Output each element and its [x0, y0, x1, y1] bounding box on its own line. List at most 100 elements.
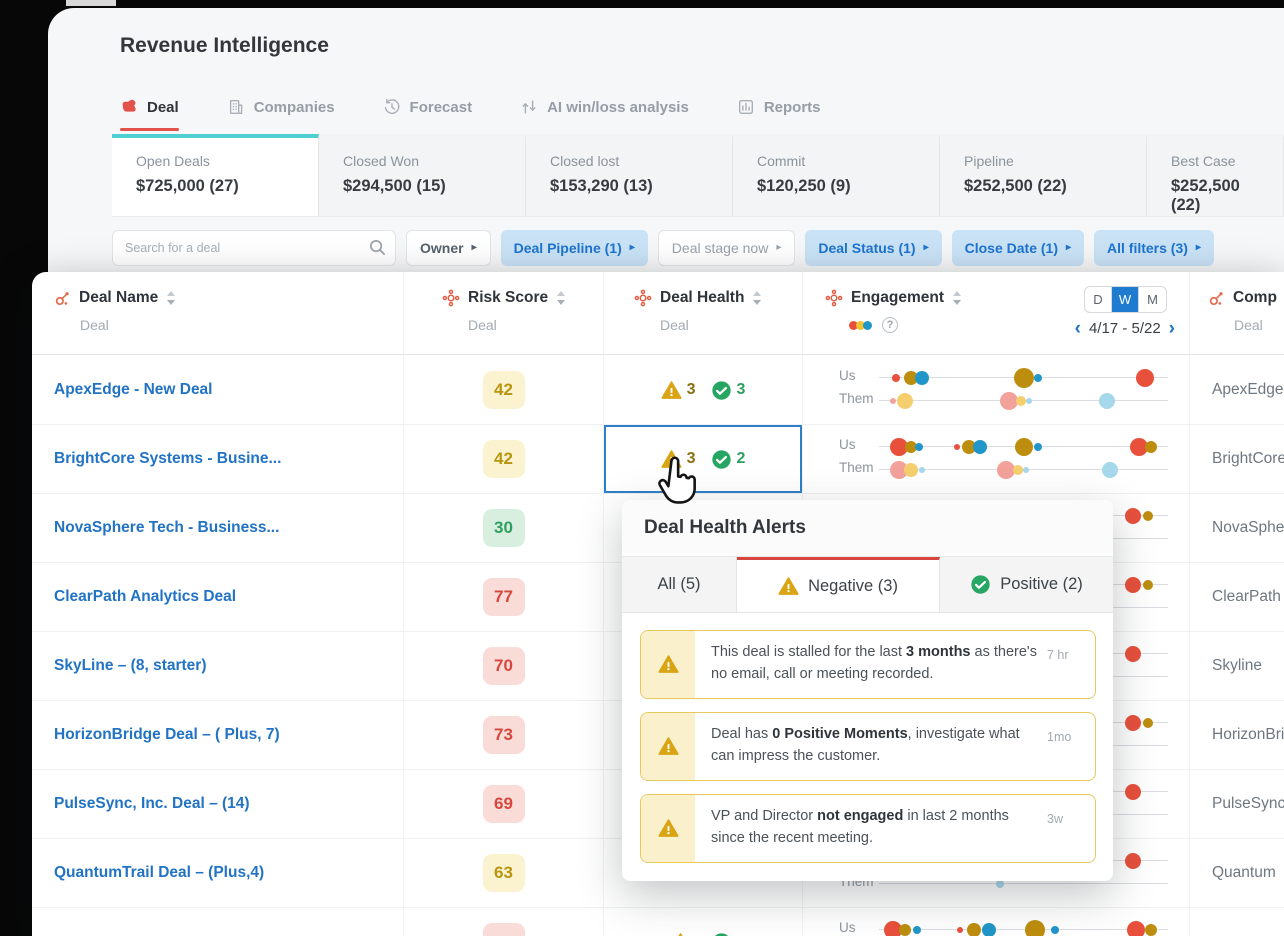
deal-name-link[interactable]: ClearPath Analytics Deal — [54, 588, 236, 606]
alert-card: Deal has 0 Positive Moments, investigate… — [640, 712, 1096, 781]
column-sublabel: Deal — [468, 317, 497, 333]
filter-chip-0[interactable]: Owner ▸ — [406, 230, 491, 266]
tab-label: Reports — [763, 98, 821, 116]
engagement-dot — [892, 373, 901, 382]
positive-count: 2 — [736, 450, 746, 467]
filter-chip-1[interactable]: Deal Pipeline (1) ▸ — [500, 230, 648, 266]
tab-ai[interactable]: AI win/loss analysis — [520, 90, 689, 124]
popup-tab-negative[interactable]: Negative (3) — [737, 557, 940, 612]
risk-score-badge: 42 — [482, 440, 525, 478]
deal-name-cell: ApexEdge - New Deal — [32, 356, 404, 424]
table-header: Deal Name Deal Risk Score Deal Deal Heal… — [32, 272, 1284, 355]
column-header-risk-score[interactable]: Risk Score Deal — [404, 272, 604, 354]
tab-label: Forecast — [409, 98, 473, 116]
filter-chip-4[interactable]: Close Date (1) ▸ — [951, 230, 1085, 266]
column-sublabel: Deal — [80, 317, 109, 333]
tab-companies[interactable]: Companies — [227, 90, 335, 124]
warning-icon — [661, 449, 682, 470]
deal-name-link[interactable]: NovaSphere Tech - Business... — [54, 519, 279, 537]
tab-reports[interactable]: Reports — [737, 90, 821, 124]
popup-tab-positive[interactable]: Positive (2) — [940, 557, 1113, 612]
card-value: $120,250 (9) — [757, 177, 851, 195]
summary-card-3[interactable]: Commit $120,250 (9) — [733, 134, 940, 216]
deal-health-cell[interactable]: 33 — [604, 356, 803, 424]
sort-icon[interactable] — [556, 290, 566, 306]
engagement-dot — [897, 392, 913, 409]
deal-name-link[interactable]: PulseSync, Inc. Deal – (14) — [54, 795, 250, 813]
chip-label: Close Date (1) — [964, 240, 1058, 256]
toggle-month-button[interactable]: M — [1139, 287, 1166, 312]
them-timeline — [879, 460, 1168, 479]
popup-title: Deal Health Alerts — [644, 517, 806, 538]
column-header-company[interactable]: Comp Deal — [1190, 272, 1284, 354]
us-label: Us — [839, 368, 856, 383]
summary-card-5[interactable]: Best Case $252,500 (22) — [1147, 134, 1284, 216]
range-next-icon[interactable]: › — [1169, 319, 1175, 338]
date-range-label: 4/17 - 5/22 — [1088, 320, 1161, 337]
search-input[interactable] — [112, 230, 396, 266]
filter-chip-5[interactable]: All filters (3) ▸ — [1094, 230, 1214, 266]
company-name: ApexEdge — [1212, 381, 1284, 398]
engagement-dot — [1125, 507, 1142, 524]
chip-label: Deal stage now — [671, 240, 769, 256]
engagement-dot — [1142, 717, 1153, 728]
toggle-week-button[interactable]: W — [1112, 287, 1139, 312]
chip-arrow-icon: ▸ — [1065, 242, 1072, 253]
search-box — [112, 230, 396, 266]
sort-icon[interactable] — [752, 290, 762, 306]
engagement-dot — [1026, 397, 1033, 404]
tab-deal[interactable]: Deal — [120, 90, 179, 131]
filter-chip-3[interactable]: Deal Status (1) ▸ — [805, 230, 942, 266]
risk-score-cell — [404, 908, 604, 936]
us-timeline — [879, 919, 1168, 936]
deal-name-link[interactable]: ApexEdge - New Deal — [54, 381, 213, 399]
negative-count: 3 — [686, 381, 696, 398]
engagement-dot — [1099, 392, 1116, 409]
deal-name-link[interactable]: HorizonBridge Deal – ( Plus, 7) — [54, 726, 280, 744]
engagement-dot — [1023, 466, 1030, 473]
sort-icon[interactable] — [952, 290, 962, 306]
deal-name-cell: NovaSphere Tech - Business... — [32, 494, 404, 562]
column-sublabel: Deal — [660, 317, 689, 333]
summary-card-2[interactable]: Closed lost $153,290 (13) — [526, 134, 733, 216]
deal-name-link[interactable]: BrightCore Systems - Busine... — [54, 450, 281, 468]
summary-card-1[interactable]: Closed Won $294,500 (15) — [319, 134, 526, 216]
column-header-deal-name[interactable]: Deal Name Deal — [32, 272, 404, 354]
alert-text-pre: Deal has — [711, 726, 773, 742]
company-cell: BrightCore — [1190, 425, 1284, 493]
risk-score-cell: 69 — [404, 770, 604, 838]
engagement-dot — [1125, 714, 1142, 731]
summary-card-0[interactable]: Open Deals $725,000 (27) — [112, 134, 319, 216]
warning-icon — [661, 380, 682, 401]
column-header-engagement[interactable]: Engagement ? D W M ‹ 4/17 - 5/22 › — [803, 272, 1190, 354]
company-name: Skyline — [1212, 657, 1262, 674]
positive-check-icon — [711, 932, 732, 936]
popup-header: Deal Health Alerts — [622, 500, 1113, 557]
warning-icon — [657, 654, 679, 675]
deal-tab-icon — [120, 98, 138, 116]
positive-check-icon — [711, 380, 732, 401]
card-value: $153,290 (13) — [550, 177, 653, 195]
sort-icon[interactable] — [166, 290, 176, 306]
alert-warning-strip — [641, 795, 695, 862]
alert-warning-strip — [641, 631, 695, 698]
summary-card-4[interactable]: Pipeline $252,500 (22) — [940, 134, 1147, 216]
deal-name-link[interactable]: QuantumTrail Deal – (Plus,4) — [54, 864, 264, 882]
engagement-dot — [1135, 368, 1154, 387]
range-prev-icon[interactable]: ‹ — [1075, 319, 1081, 338]
chip-label: Deal Status (1) — [818, 240, 916, 256]
deal-name-link[interactable]: SkyLine – (8, starter) — [54, 657, 206, 675]
popup-tab-all[interactable]: All (5) — [622, 557, 737, 612]
toggle-day-button[interactable]: D — [1085, 287, 1112, 312]
help-icon[interactable]: ? — [882, 317, 898, 333]
engagement-dot — [1125, 576, 1142, 593]
engagement-cell: UsThem — [803, 908, 1190, 936]
deal-health-cell[interactable] — [604, 908, 803, 936]
column-header-deal-health[interactable]: Deal Health Deal — [604, 272, 803, 354]
deal-health-cell[interactable]: 32 — [604, 425, 803, 493]
positive-check-icon — [711, 449, 732, 470]
tab-forecast[interactable]: Forecast — [383, 90, 473, 124]
filter-chip-2[interactable]: Deal stage now ▸ — [657, 230, 796, 266]
alert-text-bold: 0 Positive Moments — [772, 726, 908, 742]
column-label: Deal Health — [660, 289, 745, 306]
